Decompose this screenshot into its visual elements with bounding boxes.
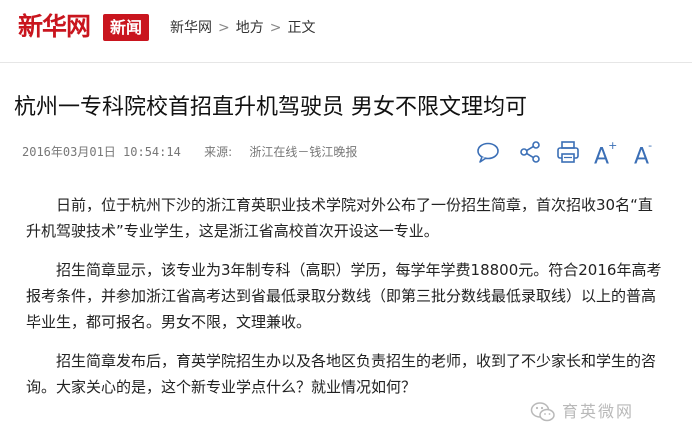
article-paragraph: 招生简章发布后，育英学院招生办以及各地区负责招生的老师，收到了不少家长和学生的咨… — [26, 352, 657, 396]
article-body: 日前，位于杭州下沙的浙江育英职业技术学院对外公布了一份招生简章，首次招收30名“… — [26, 192, 666, 413]
breadcrumb: 新华网 > 地方 > 正文 — [170, 18, 315, 38]
news-badge[interactable]: 新闻 — [103, 14, 149, 41]
font-increase-label: A — [594, 144, 610, 170]
font-decrease-label: A — [634, 144, 650, 170]
site-header: 新华网 新闻 新华网 > 地方 > 正文 — [0, 0, 692, 60]
article-meta: 2016年03月01日 10:54:14 来源: 浙江在线－钱江晚报 — [22, 143, 357, 161]
article-paragraph: 招生简章显示，该专业为3年制专科（高职）学历，每学年学费18800元。符合201… — [26, 261, 662, 331]
share-icon[interactable] — [516, 138, 544, 166]
article-source: 浙江在线－钱江晚报 — [249, 145, 358, 159]
font-decrease-sup: - — [648, 139, 653, 152]
font-decrease-icon[interactable]: A- — [634, 138, 664, 170]
print-icon[interactable] — [554, 138, 582, 166]
font-increase-sup: + — [608, 139, 618, 152]
article-date: 2016年03月01日 10:54:14 — [22, 145, 181, 159]
breadcrumb-separator: > — [269, 20, 282, 36]
breadcrumb-home[interactable]: 新华网 — [170, 18, 212, 38]
site-logo[interactable]: 新华网 — [18, 12, 91, 42]
font-increase-icon[interactable]: A+ — [594, 138, 624, 170]
breadcrumb-current: 正文 — [287, 20, 316, 36]
header-divider — [0, 62, 692, 63]
article-title: 杭州一专科院校首招直升机驾驶员 男女不限文理均可 — [14, 95, 527, 120]
article-toolbar: A+ A- — [470, 138, 670, 170]
watermark: 育英微网 — [530, 399, 680, 425]
article-paragraph: 日前，位于杭州下沙的浙江育英职业技术学院对外公布了一份招生简章，首次招收30名“… — [26, 196, 653, 240]
comment-icon[interactable] — [474, 138, 502, 166]
watermark-text: 育英微网 — [562, 402, 635, 421]
wechat-icon — [530, 402, 555, 422]
breadcrumb-local[interactable]: 地方 — [236, 18, 264, 38]
breadcrumb-separator: > — [218, 20, 230, 36]
source-label: 来源: — [204, 145, 233, 159]
